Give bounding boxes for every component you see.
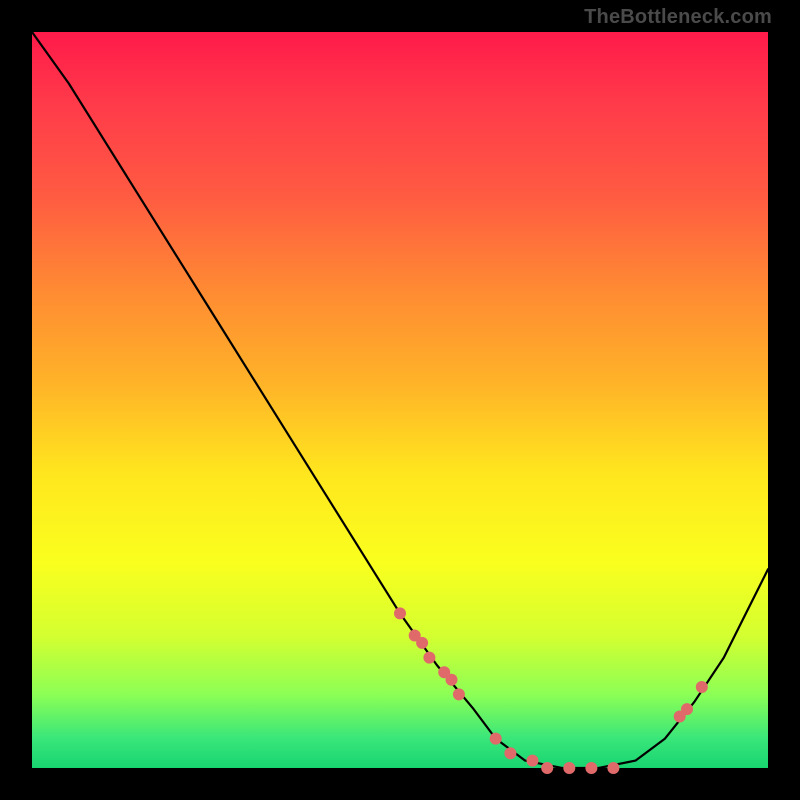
marker-point (681, 703, 693, 715)
marker-point (607, 762, 619, 774)
bottleneck-curve (32, 32, 768, 768)
marker-point (504, 747, 516, 759)
marker-point (453, 688, 465, 700)
watermark-text: TheBottleneck.com (584, 6, 772, 29)
marker-point (490, 733, 502, 745)
marker-point (527, 755, 539, 767)
marker-point (541, 762, 553, 774)
marker-point (696, 681, 708, 693)
marker-point (394, 607, 406, 619)
marker-point (563, 762, 575, 774)
marker-point (416, 637, 428, 649)
chart-overlay (32, 32, 768, 768)
chart-container: TheBottleneck.com (0, 0, 800, 800)
marker-point (423, 652, 435, 664)
marker-point (446, 674, 458, 686)
highlight-markers (394, 607, 708, 774)
marker-point (585, 762, 597, 774)
